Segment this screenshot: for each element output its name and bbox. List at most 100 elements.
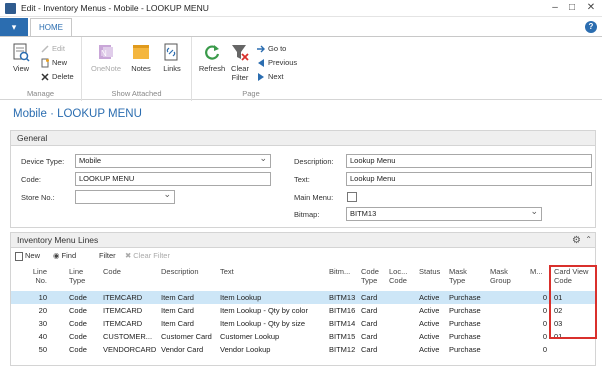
previous-button[interactable]: Previous: [256, 57, 297, 69]
notes-button[interactable]: Notes: [128, 42, 154, 73]
cell-status[interactable]: Active: [419, 345, 439, 354]
cell-description[interactable]: Customer Card: [161, 332, 219, 341]
cell-bitmap[interactable]: BITM13: [329, 293, 355, 302]
cell-code-type[interactable]: Card: [361, 293, 377, 302]
col-line-no[interactable]: Line No.: [25, 267, 47, 285]
help-icon[interactable]: ?: [585, 21, 597, 33]
cell-mask-type[interactable]: Purchase: [449, 345, 481, 354]
cell-line-type[interactable]: Code: [69, 319, 87, 328]
cell-code-type[interactable]: Card: [361, 345, 377, 354]
lines-find-button[interactable]: ◉ Find: [53, 251, 76, 260]
table-row[interactable]: 20 Code ITEMCARD Item Card Item Lookup -…: [11, 304, 595, 317]
cell-bitmap[interactable]: BITM15: [329, 332, 355, 341]
cell-line-no[interactable]: 10: [25, 293, 47, 302]
description-field[interactable]: Lookup Menu: [346, 154, 592, 168]
text-field[interactable]: Lookup Menu: [346, 172, 592, 186]
links-button[interactable]: Links: [160, 42, 184, 73]
view-button[interactable]: View: [10, 42, 32, 73]
cell-code[interactable]: ITEMCARD: [103, 306, 159, 315]
cell-m[interactable]: 0: [533, 306, 547, 315]
cell-mask-type[interactable]: Purchase: [449, 293, 481, 302]
cell-code[interactable]: ITEMCARD: [103, 319, 159, 328]
cell-description[interactable]: Item Card: [161, 293, 219, 302]
cell-line-no[interactable]: 20: [25, 306, 47, 315]
cell-text[interactable]: Item Lookup: [220, 293, 328, 302]
cell-text[interactable]: Item Lookup - Qty by color: [220, 306, 328, 315]
onenote-button[interactable]: N OneNote: [88, 42, 124, 73]
col-m[interactable]: M...: [530, 267, 543, 276]
lines-collapse-icon[interactable]: ⌃: [585, 235, 592, 244]
col-mask-group[interactable]: Mask Group: [490, 267, 511, 285]
cell-description[interactable]: Item Card: [161, 319, 219, 328]
main-menu-checkbox[interactable]: [347, 192, 357, 202]
cell-m[interactable]: 0: [533, 345, 547, 354]
restore-button[interactable]: □: [564, 1, 580, 15]
cell-bitmap[interactable]: BITM14: [329, 319, 355, 328]
cell-code[interactable]: ITEMCARD: [103, 293, 159, 302]
device-type-select[interactable]: Mobile: [75, 152, 271, 168]
bitmap-select[interactable]: BITM13: [346, 205, 542, 221]
cell-m[interactable]: 0: [533, 332, 547, 341]
col-description[interactable]: Description: [161, 267, 199, 276]
next-button[interactable]: Next: [256, 71, 283, 83]
table-row[interactable]: 10 Code ITEMCARD Item Card Item Lookup B…: [11, 291, 595, 304]
cell-mask-type[interactable]: Purchase: [449, 306, 481, 315]
store-no-select[interactable]: [75, 188, 175, 204]
table-row[interactable]: 30 Code ITEMCARD Item Card Item Lookup -…: [11, 317, 595, 330]
refresh-button[interactable]: Refresh: [198, 42, 226, 73]
cell-code-type[interactable]: Card: [361, 332, 377, 341]
cell-mask-type[interactable]: Purchase: [449, 332, 481, 341]
cell-mask-type[interactable]: Purchase: [449, 319, 481, 328]
cell-code-type[interactable]: Card: [361, 306, 377, 315]
col-lookup-code[interactable]: Loc... Code: [389, 267, 407, 285]
tab-home[interactable]: HOME: [30, 18, 72, 36]
code-field[interactable]: LOOKUP MENU: [75, 172, 271, 186]
col-bitmap[interactable]: Bitm...: [329, 267, 350, 276]
new-button[interactable]: New: [40, 57, 67, 69]
lines-settings-icon[interactable]: ⚙: [572, 235, 581, 246]
col-text[interactable]: Text: [220, 267, 234, 276]
cell-bitmap[interactable]: BITM12: [329, 345, 355, 354]
cell-text[interactable]: Item Lookup - Qty by size: [220, 319, 328, 328]
col-status[interactable]: Status: [419, 267, 440, 276]
cell-bitmap[interactable]: BITM16: [329, 306, 355, 315]
edit-button[interactable]: Edit: [40, 43, 65, 55]
cell-status[interactable]: Active: [419, 332, 439, 341]
col-code[interactable]: Code: [103, 267, 121, 276]
table-row[interactable]: 40 Code CUSTOMER... Customer Card Custom…: [11, 330, 595, 343]
lines-clear-filter-button[interactable]: ✖ Clear Filter: [125, 251, 170, 260]
minimize-button[interactable]: –: [547, 1, 563, 15]
cell-line-no[interactable]: 40: [25, 332, 47, 341]
cell-status[interactable]: Active: [419, 306, 439, 315]
lines-section-header[interactable]: Inventory Menu Lines: [11, 233, 595, 248]
cell-description[interactable]: Vendor Card: [161, 345, 219, 354]
general-section-header[interactable]: General: [11, 131, 595, 146]
cell-status[interactable]: Active: [419, 319, 439, 328]
cell-text[interactable]: Vendor Lookup: [220, 345, 328, 354]
cell-description[interactable]: Item Card: [161, 306, 219, 315]
cell-line-type[interactable]: Code: [69, 293, 87, 302]
close-button[interactable]: ✕: [583, 1, 599, 15]
cell-text[interactable]: Customer Lookup: [220, 332, 328, 341]
cell-code-type[interactable]: Card: [361, 319, 377, 328]
clear-filter-button[interactable]: Clear Filter: [228, 42, 252, 82]
cell-line-type[interactable]: Code: [69, 332, 87, 341]
cell-m[interactable]: 0: [533, 319, 547, 328]
lines-new-button[interactable]: New: [15, 251, 40, 261]
cell-status[interactable]: Active: [419, 293, 439, 302]
cell-line-no[interactable]: 50: [25, 345, 47, 354]
file-menu-button[interactable]: ▾: [0, 18, 28, 36]
delete-button[interactable]: Delete: [40, 71, 74, 83]
lines-filter-button[interactable]: Filter: [99, 251, 116, 260]
cell-line-no[interactable]: 30: [25, 319, 47, 328]
col-mask-type[interactable]: Mask Type: [449, 267, 467, 285]
cell-line-type[interactable]: Code: [69, 306, 87, 315]
col-line-type[interactable]: Line Type: [69, 267, 85, 285]
cell-code[interactable]: CUSTOMER...: [103, 332, 159, 341]
cell-code[interactable]: VENDORCARD: [103, 345, 159, 354]
cell-line-type[interactable]: Code: [69, 345, 87, 354]
table-row[interactable]: 50 Code VENDORCARD Vendor Card Vendor Lo…: [11, 343, 595, 356]
goto-button[interactable]: Go to: [256, 43, 286, 55]
col-code-type[interactable]: Code Type: [361, 267, 379, 285]
cell-m[interactable]: 0: [533, 293, 547, 302]
